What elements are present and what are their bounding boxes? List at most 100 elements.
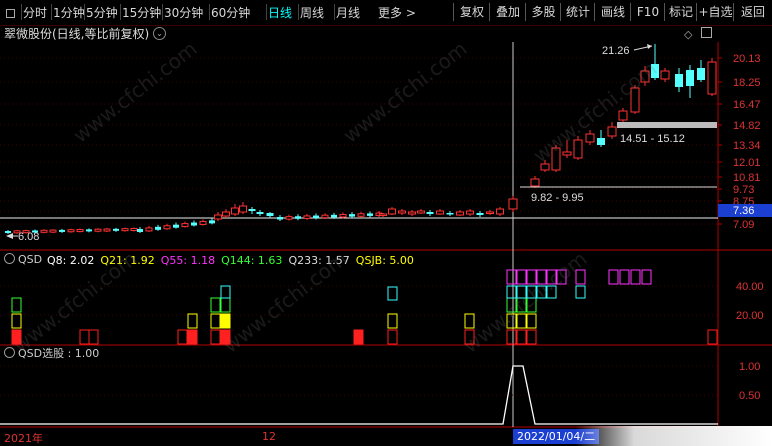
candle-body xyxy=(640,70,650,83)
candle-body xyxy=(630,87,640,113)
candle-body xyxy=(562,151,572,156)
price-label: 7.09 xyxy=(733,219,754,231)
indicator-bar xyxy=(536,285,547,299)
indicator-bar xyxy=(210,297,221,313)
candle-body xyxy=(181,223,189,228)
candle-body xyxy=(573,139,583,159)
indicator-bar xyxy=(387,329,398,345)
candle-body xyxy=(94,228,102,232)
indicator-value: QSJB: 5.00 xyxy=(355,254,414,267)
indicator-bar xyxy=(210,313,221,329)
candle-body xyxy=(398,210,406,214)
settings-icon[interactable] xyxy=(4,253,15,264)
candle-body xyxy=(130,227,138,231)
indicator-value: Q21: 1.92 xyxy=(100,254,155,267)
kline-chart[interactable]: 20.1318.2516.4714.8213.3412.0110.819.738… xyxy=(0,0,772,446)
candle-body xyxy=(476,213,484,215)
candle-body xyxy=(486,211,494,214)
candle-body xyxy=(49,229,57,233)
candle-body xyxy=(121,228,129,232)
indicator-bar xyxy=(526,297,537,313)
indicator-bar xyxy=(220,313,231,329)
candle-body xyxy=(707,61,717,95)
candle-body xyxy=(321,214,329,219)
indicator-bar xyxy=(187,329,198,345)
logo-area xyxy=(575,426,772,446)
candle-body xyxy=(651,64,659,78)
price-label: 20.13 xyxy=(733,53,761,65)
indicator-bar xyxy=(526,313,537,329)
indicator-axis-label: 20.00 xyxy=(736,310,764,322)
range-label: 14.51 - 15.12 xyxy=(620,133,685,145)
indicator-bar xyxy=(11,313,22,329)
price-label: 10.81 xyxy=(733,172,761,184)
indicator-bar xyxy=(556,269,567,285)
candle-body xyxy=(530,178,540,187)
indicator-bar xyxy=(526,269,537,285)
indicator-bar xyxy=(536,269,547,285)
indicator-bar xyxy=(88,329,99,345)
candle-body xyxy=(285,216,293,220)
candle-body xyxy=(295,216,301,219)
candle-body xyxy=(214,214,222,220)
selector-axis-label: 1.00 xyxy=(739,361,760,373)
candle-body xyxy=(145,227,153,232)
indicator-bar xyxy=(575,269,586,285)
indicator-bar xyxy=(546,269,557,285)
indicator-bar xyxy=(608,269,619,285)
indicator-bar xyxy=(464,329,475,345)
candle-body xyxy=(660,70,670,80)
candle-body xyxy=(199,220,207,225)
candle-body xyxy=(436,210,444,215)
candle-body xyxy=(466,210,474,215)
indicator-bar xyxy=(387,286,398,301)
indicator-bar xyxy=(546,285,557,299)
range-label: 9.82 - 9.95 xyxy=(531,192,584,204)
indicator-bar xyxy=(526,329,537,345)
indicator-bar xyxy=(575,285,586,299)
candle-body xyxy=(231,207,239,215)
indicator-value: Q8: 2.02 xyxy=(47,254,95,267)
high-arrow-head xyxy=(647,44,652,49)
candle-body xyxy=(551,147,561,171)
selector-label: QSD选股 : 1.00 xyxy=(4,347,99,361)
indicator-value: Q55: 1.18 xyxy=(160,254,216,267)
date-label-mid: 12 xyxy=(262,430,276,443)
candle-body xyxy=(508,198,518,210)
selector-axis-label: 0.50 xyxy=(739,390,760,402)
candle-body xyxy=(266,213,274,216)
indicator-bar xyxy=(220,297,231,313)
candle-body xyxy=(357,213,365,217)
candle-body xyxy=(540,163,550,171)
indicator-axis-label: 40.00 xyxy=(736,281,764,293)
indicator-bar xyxy=(506,329,517,345)
indicator-bar xyxy=(220,285,231,299)
candle-body xyxy=(339,213,347,218)
candle-body xyxy=(675,74,683,87)
indicator-bar xyxy=(526,285,537,299)
price-label: 18.25 xyxy=(733,77,761,89)
price-label: 13.34 xyxy=(733,140,761,152)
candle-body xyxy=(417,210,425,214)
indicator-bar xyxy=(464,313,475,329)
indicator-value: Q144: 1.63 xyxy=(221,254,283,267)
indicator-bar xyxy=(506,269,517,285)
range-band xyxy=(617,122,717,128)
price-label: 16.47 xyxy=(733,99,761,111)
indicator-bar xyxy=(619,269,630,285)
candle-body xyxy=(76,229,84,233)
indicator-bar xyxy=(79,329,90,345)
candle-body xyxy=(137,229,143,232)
candle-body xyxy=(367,213,373,216)
indicator-bar xyxy=(516,297,527,313)
price-label: 14.82 xyxy=(733,120,761,132)
settings-icon[interactable] xyxy=(4,347,15,358)
indicator-bar xyxy=(516,329,527,345)
candle-body xyxy=(313,215,319,219)
candle-body xyxy=(191,222,197,226)
candle-body xyxy=(585,133,595,143)
indicator-bar xyxy=(516,313,527,329)
candle-body xyxy=(349,214,355,217)
indicator-bar xyxy=(387,313,398,329)
candle-body xyxy=(163,225,171,230)
